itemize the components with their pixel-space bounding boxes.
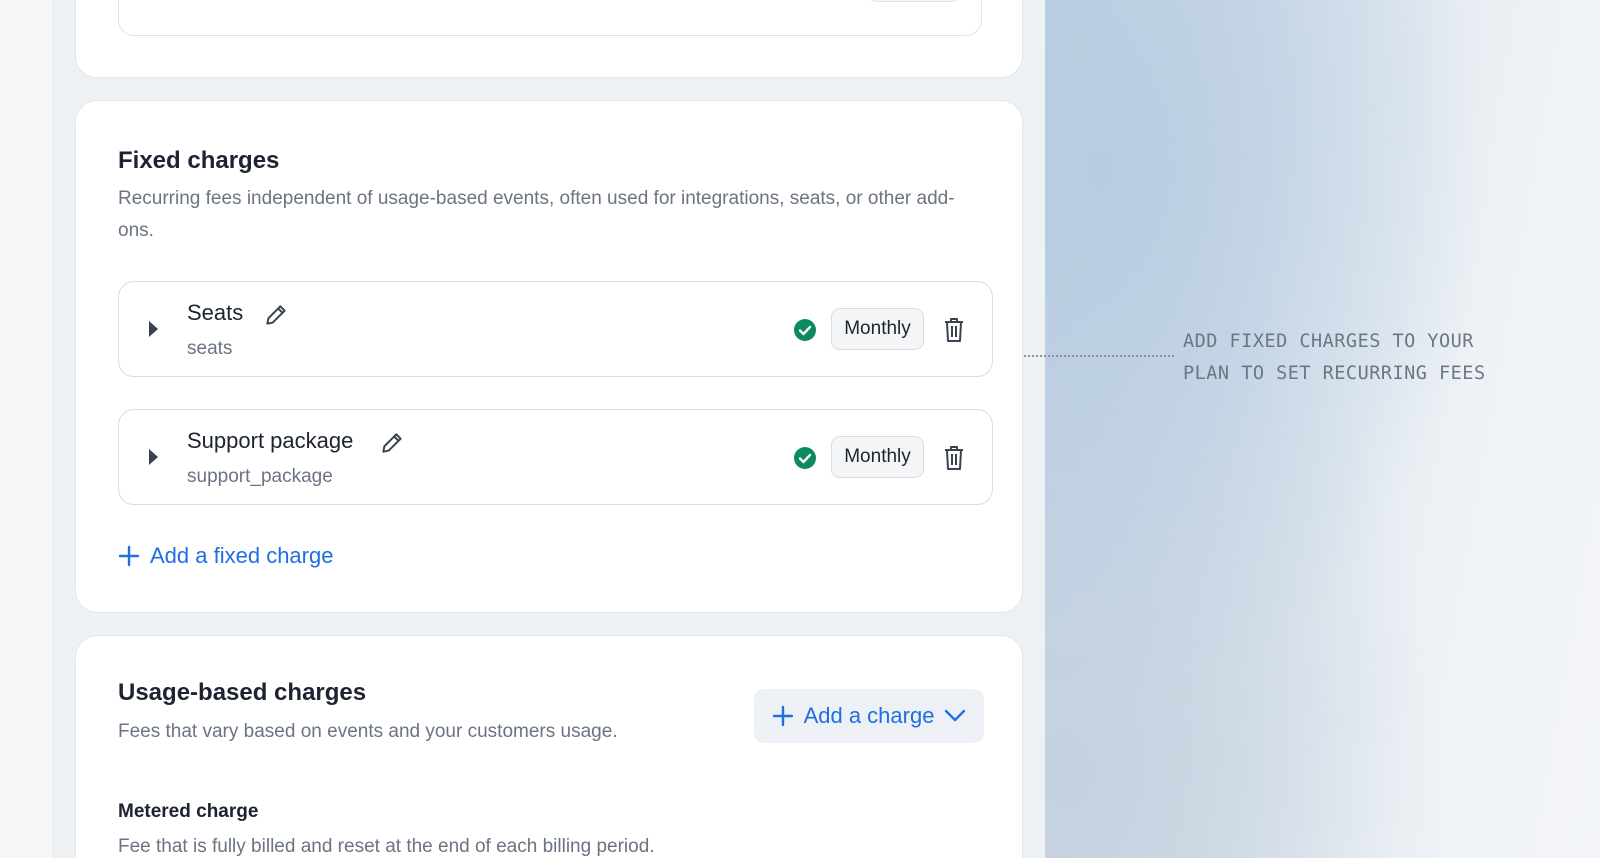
usage-charges-description: Fees that vary based on events and your …: [118, 721, 618, 742]
fixed-charges-title: Fixed charges: [118, 147, 280, 174]
left-sidebar-edge: [0, 0, 54, 858]
metered-charge-description: Fee that is fully billed and reset at th…: [118, 836, 655, 857]
annotation-line-1: ADD FIXED CHARGES TO YOUR: [1183, 331, 1474, 352]
plus-icon: [118, 545, 140, 567]
fixed-charges-description: Recurring fees independent of usage-base…: [118, 188, 955, 241]
add-fixed-charge-label: Add a fixed charge: [150, 543, 334, 568]
decorative-background: [1045, 0, 1600, 858]
pencil-icon[interactable]: [263, 302, 289, 328]
charge-name: Support package: [187, 428, 354, 453]
trash-icon[interactable]: [943, 317, 965, 343]
charge-code: support_package: [187, 466, 333, 487]
fixed-charge-row-support-package: Support package support_package Monthly: [118, 409, 993, 505]
add-fixed-charge-button[interactable]: Add a fixed charge: [118, 541, 333, 571]
previous-section-row: [118, 0, 982, 36]
annotation-callout: ADD FIXED CHARGES TO YOUR PLAN TO SET RE…: [1183, 326, 1563, 390]
fixed-charge-row-seats: Seats seats Monthly: [118, 281, 993, 377]
trash-icon[interactable]: [943, 445, 965, 471]
annotation-leader-line: [1024, 355, 1174, 357]
check-circle-icon: [794, 319, 816, 341]
check-circle-icon: [794, 447, 816, 469]
annotation-line-2: PLAN TO SET RECURRING FEES: [1183, 363, 1486, 384]
add-charge-label: Add a charge: [803, 703, 935, 728]
caret-right-icon[interactable]: [149, 321, 158, 337]
charge-name: Seats: [187, 300, 244, 325]
billing-period-badge[interactable]: Monthly: [831, 308, 924, 350]
caret-right-icon[interactable]: [149, 449, 158, 465]
billing-period-badge[interactable]: Monthly: [831, 436, 924, 478]
usage-charges-card: Usage-based charges Fees that vary based…: [75, 635, 1023, 858]
fixed-charges-card: Fixed charges Recurring fees independent…: [75, 100, 1023, 613]
usage-charges-title: Usage-based charges: [118, 679, 367, 706]
add-charge-dropdown-button[interactable]: Add a charge: [754, 689, 984, 743]
plus-icon: [772, 705, 793, 727]
metered-charge-title: Metered charge: [118, 801, 259, 822]
charge-code: seats: [187, 338, 233, 359]
previous-section-card: [75, 0, 1023, 78]
pencil-icon[interactable]: [379, 430, 405, 456]
previous-section-badge: [867, 0, 961, 2]
chevron-down-icon: [945, 709, 966, 722]
